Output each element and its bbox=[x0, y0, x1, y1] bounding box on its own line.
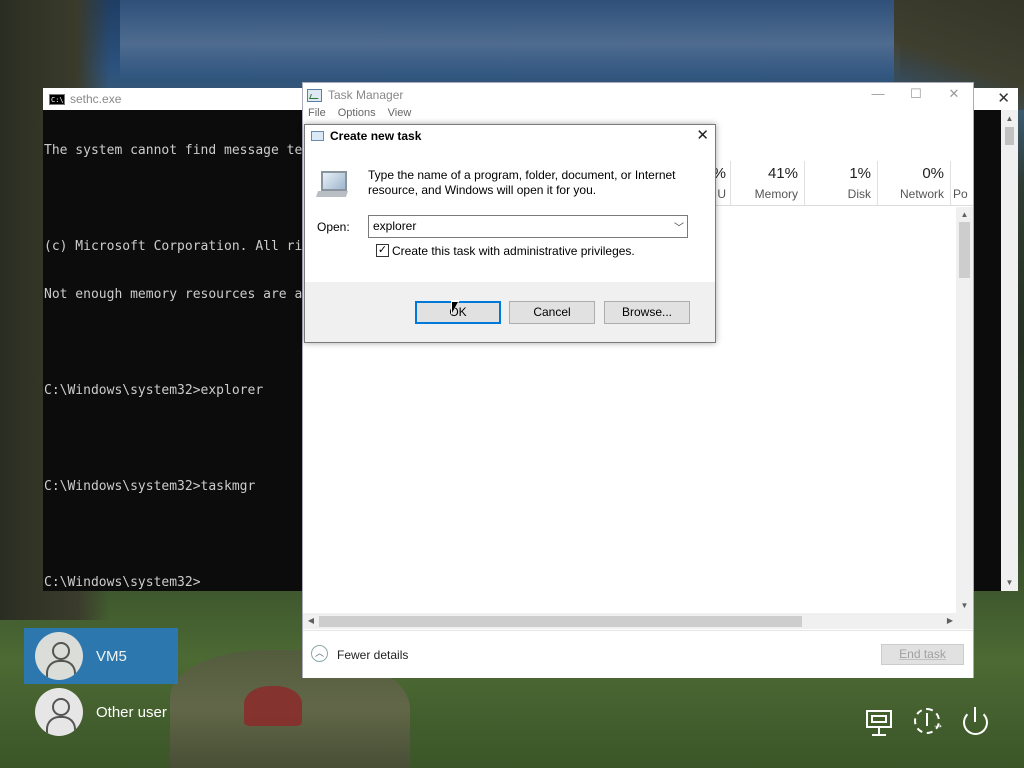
menu-view[interactable]: View bbox=[388, 107, 412, 123]
browse-button[interactable]: Browse... bbox=[604, 301, 690, 324]
wallpaper-tent bbox=[244, 686, 302, 726]
process-list-hscroll[interactable]: ◀ ▶ bbox=[303, 613, 958, 629]
open-input[interactable] bbox=[373, 219, 663, 233]
taskmanager-title: Task Manager bbox=[328, 88, 404, 102]
menu-options[interactable]: Options bbox=[338, 107, 376, 123]
process-list-vscroll[interactable]: ▲ ▼ bbox=[956, 207, 973, 613]
column-pct: 41% bbox=[767, 165, 798, 182]
dialog-title: Create new task bbox=[330, 129, 422, 143]
hscroll-thumb[interactable] bbox=[319, 616, 802, 627]
user-tile-other-user[interactable]: Other user bbox=[24, 684, 178, 740]
taskmanager-footer: ︿ Fewer details End task bbox=[303, 630, 973, 678]
dialog-description: Type the name of a program, folder, docu… bbox=[368, 168, 676, 197]
cancel-button[interactable]: Cancel bbox=[509, 301, 595, 324]
dialog-close-icon[interactable]: ✕ bbox=[696, 127, 709, 144]
scroll-down-icon[interactable]: ▼ bbox=[1001, 574, 1018, 591]
open-label: Open: bbox=[317, 220, 350, 234]
cmd-scrollbar[interactable]: ▲ ▼ bbox=[1001, 110, 1018, 591]
column-network[interactable]: 0% Network bbox=[878, 161, 951, 205]
dialog-titlebar[interactable]: Create new task ✕ bbox=[305, 125, 715, 147]
column-label: Disk bbox=[847, 187, 871, 201]
taskmanager-menubar: File Options View bbox=[303, 107, 973, 123]
column-pct: 0% bbox=[922, 165, 944, 182]
column-label: Network bbox=[899, 187, 944, 201]
admin-privileges-label[interactable]: Create this task with administrative pri… bbox=[392, 244, 635, 258]
scroll-corner bbox=[956, 613, 973, 629]
user-avatar-icon bbox=[35, 688, 83, 736]
menu-file[interactable]: File bbox=[308, 107, 326, 123]
taskmanager-icon bbox=[307, 88, 322, 102]
scroll-left-icon[interactable]: ◀ bbox=[303, 613, 319, 629]
column-label: Memory bbox=[754, 187, 798, 201]
user-avatar-icon bbox=[35, 632, 83, 680]
scroll-up-icon[interactable]: ▲ bbox=[1001, 110, 1018, 127]
column-cpu[interactable]: % U bbox=[713, 161, 731, 205]
ease-of-access-icon[interactable]: → bbox=[912, 706, 944, 738]
end-task-button[interactable]: End task bbox=[881, 644, 964, 665]
chevron-up-icon[interactable]: ︿ bbox=[311, 645, 328, 662]
column-label: U bbox=[717, 187, 726, 201]
user-tile-vm5[interactable]: VM5 bbox=[24, 628, 178, 684]
user-name: Other user bbox=[96, 703, 167, 721]
cmd-icon: C:\. bbox=[49, 93, 68, 105]
scroll-down-icon[interactable]: ▼ bbox=[956, 598, 973, 613]
fewer-details-link[interactable]: Fewer details bbox=[337, 648, 408, 662]
cmd-close-button[interactable]: ✕ bbox=[997, 91, 1010, 107]
maximize-icon[interactable]: ☐ bbox=[897, 83, 935, 105]
admin-privileges-checkbox[interactable]: ✓ bbox=[376, 244, 389, 257]
wallpaper-clouds bbox=[120, 0, 900, 80]
close-icon[interactable]: ✕ bbox=[935, 83, 973, 105]
dialog-button-bar: OK Cancel Browse... bbox=[305, 282, 715, 342]
open-combobox[interactable]: ﹀ bbox=[368, 215, 688, 238]
cmd-scroll-thumb[interactable] bbox=[1005, 127, 1014, 145]
column-memory[interactable]: 41% Memory bbox=[731, 161, 805, 205]
create-new-task-dialog[interactable]: Create new task ✕ Type the name of a pro… bbox=[304, 124, 716, 343]
column-power[interactable]: Po bbox=[951, 161, 973, 205]
minimize-icon[interactable]: — bbox=[859, 83, 897, 105]
run-program-icon bbox=[315, 169, 351, 199]
vscroll-thumb[interactable] bbox=[959, 222, 970, 278]
taskmanager-titlebar[interactable]: Task Manager — ☐ ✕ bbox=[303, 83, 973, 107]
column-label: Po bbox=[953, 187, 968, 201]
process-column-headers: % U 41% Memory 1% Disk 0% Network Po bbox=[713, 161, 973, 206]
network-icon[interactable] bbox=[864, 706, 896, 738]
column-pct: 1% bbox=[849, 165, 871, 182]
run-dialog-icon bbox=[311, 131, 324, 141]
scroll-up-icon[interactable]: ▲ bbox=[956, 207, 973, 222]
chevron-down-icon[interactable]: ﹀ bbox=[674, 219, 684, 234]
column-disk[interactable]: 1% Disk bbox=[805, 161, 878, 205]
user-name: VM5 bbox=[96, 647, 127, 665]
cmd-title: sethc.exe bbox=[70, 92, 122, 106]
power-icon[interactable] bbox=[960, 706, 992, 738]
